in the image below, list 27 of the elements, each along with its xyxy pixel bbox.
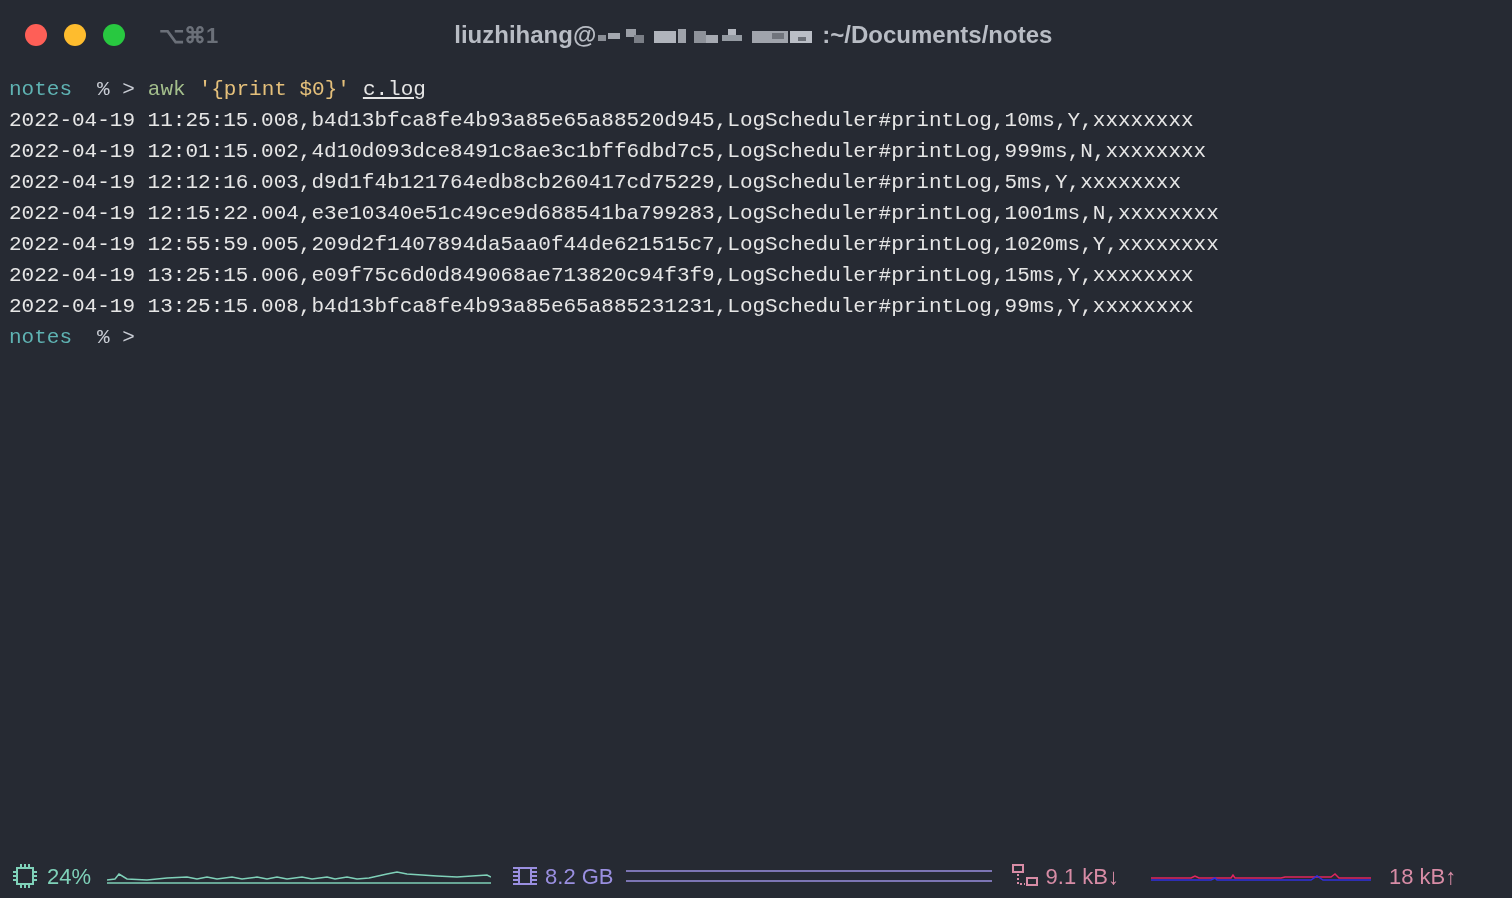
zoom-button[interactable]	[103, 24, 125, 46]
cpu-usage: 24%	[47, 862, 92, 891]
prompt-directory: notes	[9, 76, 72, 103]
output-line: 2022-04-19 11:25:15.008,b4d13bfca8fe4b93a85e65a88520d945,LogScheduler#printLog,10ms,Y,xxxxxxxx	[9, 107, 1194, 134]
close-button[interactable]	[25, 24, 47, 46]
output-line: 2022-04-19 12:55:59.005,209d2f1407894da5aa0f44de621515c7,LogScheduler#printLog,1020ms,Y,xxxxxxxx	[9, 231, 1219, 258]
command: awk	[147, 76, 186, 103]
minimize-button[interactable]	[64, 24, 86, 46]
title-path: :~/Documents/notes	[822, 20, 1053, 50]
download-speed: 9.1 kB↓	[1045, 862, 1119, 891]
output-line: 2022-04-19 12:12:16.003,d9d1f4b121764edb8cb260417cd75229,LogScheduler#printLog,5ms,Y,xxxxxxxx	[9, 169, 1181, 196]
command-argument: '{print $0}'	[198, 76, 350, 103]
output-line: 2022-04-19 13:25:15.008,b4d13bfca8fe4b93a85e65a885231231,LogScheduler#printLog,99ms,Y,xxxxxxxx	[9, 293, 1194, 320]
network-icon	[1011, 864, 1038, 888]
file-argument: c.log	[362, 76, 426, 103]
prompt-symbol: % >	[97, 76, 135, 103]
output-line: 2022-04-19 12:01:15.002,4d10d093dce8491c8ae3c1bff6dbd7c5,LogScheduler#printLog,999ms,N,xxxxxxxx	[9, 138, 1207, 165]
memory-usage: 8.2 GB	[545, 862, 614, 891]
window-title: liuzhihang@	[454, 20, 597, 50]
prompt-directory: notes	[9, 324, 72, 351]
output-line: 2022-04-19 13:25:15.006,e09f75c6d0d849068ae713820c94f3f9,LogScheduler#printLog,15ms,Y,xxxxxxxx	[9, 262, 1194, 289]
tab-shortcut: ⌥⌘1	[159, 21, 219, 50]
output-line: 2022-04-19 12:15:22.004,e3e10340e51c49ce9d688541ba799283,LogScheduler#printLog,1001ms,N,xxxxxxxx	[9, 200, 1219, 227]
upload-speed: 18 kB↑	[1388, 862, 1457, 891]
memory-icon	[513, 865, 538, 887]
prompt-symbol: % >	[97, 324, 135, 351]
cpu-icon	[12, 863, 38, 889]
